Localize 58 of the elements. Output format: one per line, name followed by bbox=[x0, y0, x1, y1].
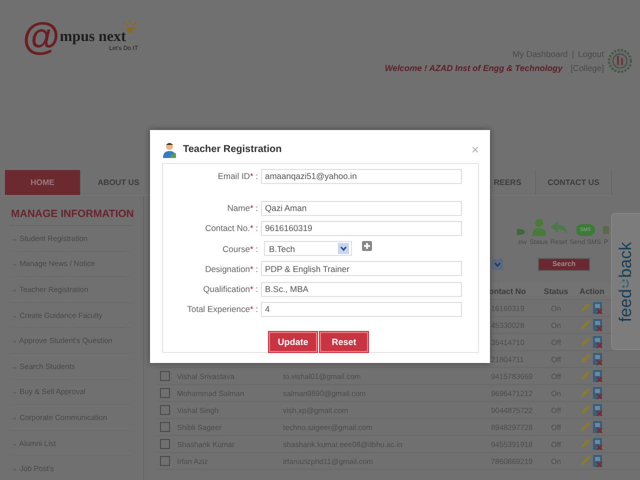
field-label: Email ID* : bbox=[216, 171, 259, 181]
feedback-tab[interactable]: feed back bbox=[611, 213, 640, 350]
delete-document-icon[interactable] bbox=[593, 319, 603, 331]
input-field[interactable]: Qazi Aman bbox=[261, 200, 462, 216]
smiley-icon bbox=[622, 276, 630, 289]
field-label: Name* : bbox=[226, 203, 259, 213]
logo-mark: @ bbox=[22, 20, 60, 54]
sun-icon bbox=[122, 20, 138, 34]
edit-pencil-icon[interactable] bbox=[580, 302, 591, 313]
input-field[interactable]: PDP & English Trainer bbox=[261, 261, 462, 276]
edit-pencil-icon[interactable] bbox=[580, 336, 591, 347]
course-dropdown[interactable]: B.Tech bbox=[264, 241, 352, 256]
delete-document-icon[interactable] bbox=[593, 387, 603, 399]
seal-icon bbox=[608, 47, 632, 75]
edit-pencil-icon[interactable] bbox=[580, 404, 591, 415]
input-field[interactable]: amaanqazi51@yahoo.in bbox=[261, 168, 462, 184]
field-label: Course* : bbox=[222, 244, 259, 254]
row-checkbox[interactable] bbox=[160, 371, 170, 381]
row-checkbox[interactable] bbox=[160, 388, 170, 398]
user-icon bbox=[162, 142, 177, 158]
row-checkbox[interactable] bbox=[160, 405, 170, 415]
form-button[interactable]: Reset bbox=[320, 332, 368, 352]
delete-document-icon[interactable] bbox=[593, 353, 603, 365]
delete-document-icon[interactable] bbox=[593, 336, 603, 348]
row-checkbox[interactable] bbox=[160, 439, 170, 449]
field-label: Designation* : bbox=[204, 264, 259, 274]
row-checkbox[interactable] bbox=[160, 456, 170, 466]
link-separator: | bbox=[572, 49, 574, 59]
add-icon[interactable] bbox=[362, 241, 372, 252]
person-icon[interactable] bbox=[530, 218, 547, 236]
delete-document-icon[interactable] bbox=[593, 438, 603, 450]
edit-pencil-icon[interactable] bbox=[580, 353, 591, 364]
form-button[interactable]: Update bbox=[269, 332, 317, 352]
edit-pencil-icon[interactable] bbox=[580, 387, 591, 398]
edit-pencil-icon[interactable] bbox=[580, 438, 591, 449]
input-field[interactable]: 4 bbox=[261, 302, 462, 317]
logo-text: mpus next bbox=[60, 29, 126, 46]
welcome-text: Welcome ! AZAD Inst of Engg & Technology bbox=[384, 63, 562, 73]
edit-pencil-icon[interactable] bbox=[580, 421, 591, 432]
input-field[interactable]: 9616160319 bbox=[261, 220, 462, 236]
delete-document-icon[interactable] bbox=[593, 302, 603, 314]
input-field[interactable]: B.Sc., MBA bbox=[261, 282, 462, 297]
delete-document-icon[interactable] bbox=[593, 455, 603, 467]
row-checkbox[interactable] bbox=[160, 422, 170, 432]
close-button[interactable]: × bbox=[471, 142, 479, 157]
sidebar-title: MANAGE INFORMATION bbox=[10, 196, 132, 226]
undo-arrow-icon[interactable] bbox=[550, 220, 568, 236]
field-label: Total Experience* : bbox=[186, 304, 259, 314]
delete-document-icon[interactable] bbox=[593, 421, 603, 433]
edit-pencil-icon[interactable] bbox=[580, 319, 591, 330]
field-label: Qualification* : bbox=[202, 284, 259, 294]
edit-pencil-icon[interactable] bbox=[580, 370, 591, 381]
field-label: Contact No.* : bbox=[204, 223, 259, 234]
delete-document-icon[interactable] bbox=[593, 370, 603, 382]
edit-pencil-icon[interactable] bbox=[580, 455, 591, 466]
nav-tab[interactable]: HOME bbox=[5, 170, 81, 195]
delete-document-icon[interactable] bbox=[593, 404, 603, 416]
dialog-title: Teacher Registration bbox=[183, 144, 282, 155]
